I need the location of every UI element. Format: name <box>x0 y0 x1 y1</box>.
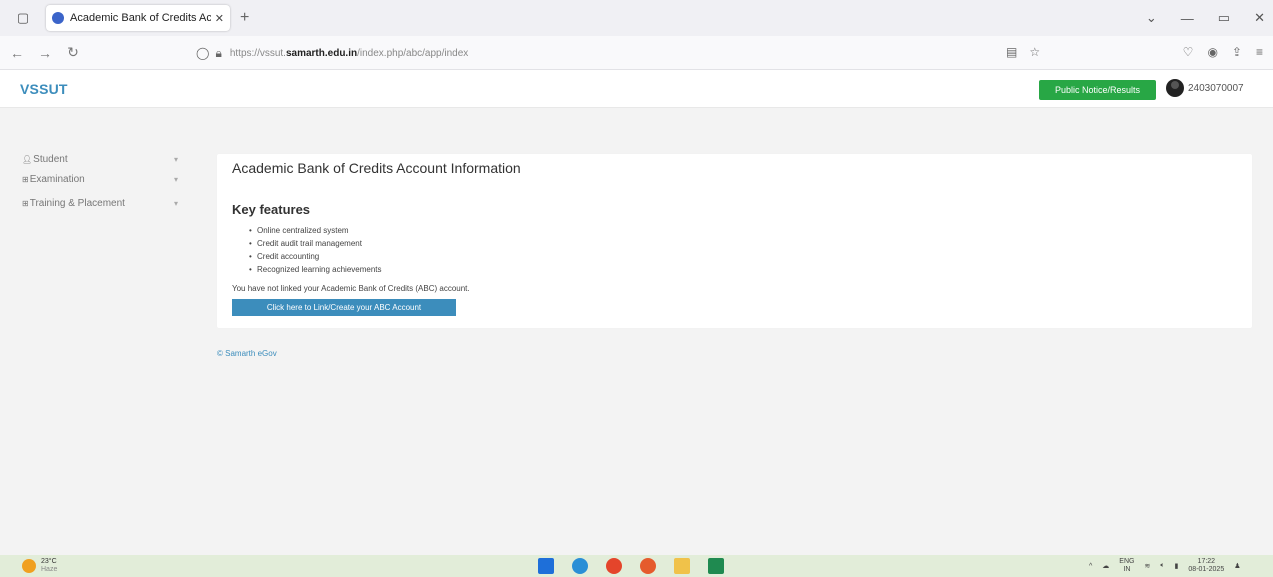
battery-icon[interactable]: ▮ <box>1175 562 1179 570</box>
language-code: ENG <box>1119 558 1135 565</box>
restore-icon[interactable]: ▭ <box>1218 10 1230 26</box>
site-favicon-icon <box>52 12 64 24</box>
excel-icon[interactable] <box>708 558 724 574</box>
tab-list-icon[interactable]: ▢ <box>12 7 34 29</box>
link-status-text: You have not linked your Academic Bank o… <box>232 284 470 293</box>
lock-icon[interactable]: 🔒︎ <box>215 46 221 61</box>
notifications-icon[interactable]: ♟ <box>1234 562 1240 570</box>
brand-logo[interactable]: VSSUT <box>20 81 68 97</box>
footer-link[interactable]: © Samarth eGov <box>217 349 277 358</box>
sidebar-item-label: Student <box>33 153 68 165</box>
tray-overflow-icon[interactable]: ^ <box>1089 563 1092 570</box>
sidebar-item-student[interactable]: 👤︎ Student ▾ <box>22 152 182 166</box>
sidebar: 👤︎ Student ▾ ⊞ Examination ▾ ⊞ Training … <box>0 108 198 555</box>
sidebar-item-training-placement[interactable]: ⊞ Training & Placement ▾ <box>22 196 182 210</box>
toolbar-right: ♡ ◉ ⇪ ≡ <box>1183 45 1263 59</box>
language-indicator[interactable]: ENG IN <box>1119 558 1134 574</box>
account-icon[interactable]: ◉ <box>1207 45 1217 59</box>
url-actions: ▤ ☆ <box>1006 45 1040 59</box>
temperature: 23°C <box>41 558 57 565</box>
user-icon: 👤︎ <box>22 154 33 164</box>
pocket-icon[interactable]: ♡ <box>1183 45 1194 59</box>
list-item: Credit accounting <box>249 250 382 263</box>
clock[interactable]: 17:22 08-01-2025 <box>1188 558 1224 574</box>
section-title: Key features <box>232 202 311 217</box>
weather-icon <box>22 559 36 573</box>
chevron-down-icon: ▾ <box>173 198 178 208</box>
list-item: Credit audit trail management <box>249 237 382 250</box>
user-menu[interactable]: 2403070007 <box>1166 79 1244 97</box>
chevron-down-icon: ▾ <box>173 154 178 164</box>
shield-icon[interactable]: ◯ <box>196 46 209 60</box>
grid-icon: ⊞ <box>22 174 29 184</box>
browser-tab[interactable]: Academic Bank of Credits Acco ✕ <box>46 5 230 31</box>
url-bar[interactable]: ◯ 🔒︎ https://vssut. samarth.edu.in/index.… <box>196 41 1042 65</box>
sidebar-item-label: Training & Placement <box>29 197 125 209</box>
weather-condition: Haze <box>41 566 58 573</box>
weather-widget[interactable]: 23°C Haze <box>22 558 57 574</box>
menu-icon[interactable]: ≡ <box>1256 45 1263 59</box>
taskbar-apps <box>538 558 724 574</box>
close-window-icon[interactable]: ✕ <box>1254 10 1265 26</box>
reload-icon[interactable]: ↻ <box>62 44 84 61</box>
public-notice-button[interactable]: Public Notice/Results <box>1039 80 1156 100</box>
new-tab-icon[interactable]: + <box>240 9 249 27</box>
chrome-icon[interactable] <box>606 558 622 574</box>
volume-icon[interactable]: 🔈︎ <box>1160 562 1164 570</box>
onedrive-icon[interactable]: ☁ <box>1102 562 1109 570</box>
tab-overflow-icon[interactable]: ⌄ <box>1146 10 1157 26</box>
tab-title: Academic Bank of Credits Acco <box>70 12 211 24</box>
user-id: 2403070007 <box>1188 82 1244 94</box>
minimize-icon[interactable]: — <box>1181 11 1194 26</box>
url-host: samarth.edu.in <box>285 47 358 59</box>
window-controls: ⌄ — ▭ ✕ <box>1146 0 1265 36</box>
reader-view-icon[interactable]: ▤ <box>1006 45 1017 59</box>
features-list: Online centralized system Credit audit t… <box>249 224 382 276</box>
bookmark-star-icon[interactable]: ☆ <box>1029 45 1040 59</box>
clock-time: 17:22 <box>1197 558 1216 565</box>
sidebar-item-label: Examination <box>29 173 85 185</box>
clock-date: 08-01-2025 <box>1188 566 1225 573</box>
edge-icon[interactable] <box>572 558 588 574</box>
chevron-down-icon: ▾ <box>173 174 178 184</box>
grid-icon: ⊞ <box>22 198 29 208</box>
page-title: Academic Bank of Credits Account Informa… <box>232 160 521 176</box>
region-code: IN <box>1123 566 1131 573</box>
forward-icon[interactable]: → <box>34 45 56 61</box>
browser-nav-bar: ← → ↻ ◯ 🔒︎ https://vssut. samarth.edu.in /… <box>0 36 1273 70</box>
abc-info-card: Academic Bank of Credits Account Informa… <box>217 154 1252 328</box>
url-prefix: https://vssut. <box>229 47 286 59</box>
wifi-icon[interactable]: ≋ <box>1144 562 1150 570</box>
firefox-icon[interactable] <box>640 558 656 574</box>
os-taskbar: 23°C Haze ^ ☁ ENG IN ≋ 🔈︎ ▮ 17:22 08-01-… <box>0 555 1273 577</box>
url-path: /index.php/abc/app/index <box>357 47 469 59</box>
extensions-icon[interactable]: ⇪ <box>1232 45 1242 59</box>
browser-tab-bar: ▢ Academic Bank of Credits Acco ✕ + ⌄ — … <box>0 0 1273 36</box>
file-explorer-icon[interactable] <box>674 558 690 574</box>
sidebar-item-examination[interactable]: ⊞ Examination ▾ <box>22 172 182 186</box>
system-tray: ^ ☁ ENG IN ≋ 🔈︎ ▮ 17:22 08-01-2025 ♟ <box>1089 558 1241 574</box>
app-header: VSSUT Public Notice/Results 2403070007 <box>0 70 1273 108</box>
back-icon[interactable]: ← <box>6 45 28 61</box>
link-abc-account-button[interactable]: Click here to Link/Create your ABC Accou… <box>232 299 456 316</box>
windows-start-icon[interactable] <box>538 558 554 574</box>
list-item: Online centralized system <box>249 224 382 237</box>
tab-close-icon[interactable]: ✕ <box>215 12 224 25</box>
user-avatar-icon <box>1166 79 1184 97</box>
list-item: Recognized learning achievements <box>249 263 382 276</box>
